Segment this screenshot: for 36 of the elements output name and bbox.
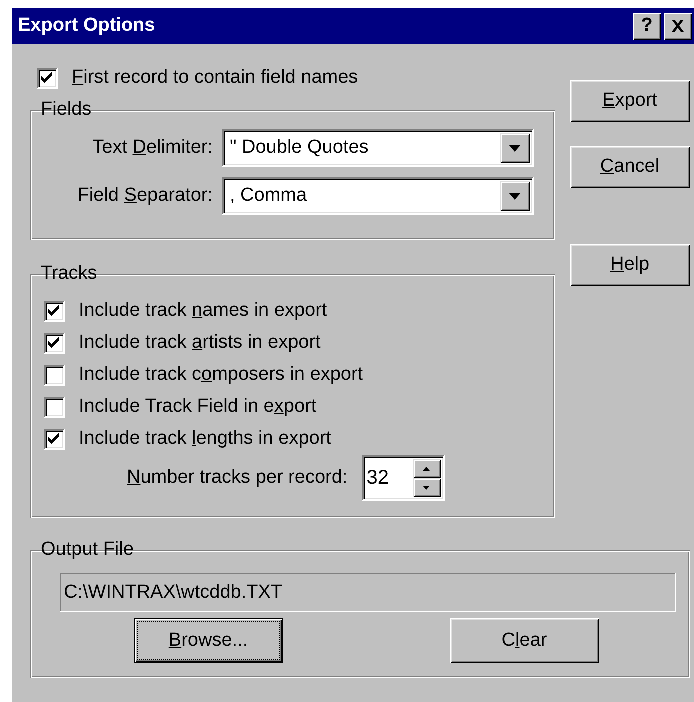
check-icon: [41, 72, 54, 84]
group-title: Tracks: [40, 263, 98, 285]
checkbox-label: Include Track Field in export: [79, 396, 317, 418]
field-label: Text Delimiter:: [92, 137, 213, 159]
spin-down-icon[interactable]: [412, 478, 441, 497]
checkbox[interactable]: [44, 396, 65, 418]
checkbox-label: First record to contain field names: [72, 67, 358, 89]
checkbox-label: Include track names in export: [79, 300, 328, 322]
field-label: Number tracks per record:: [127, 467, 348, 489]
close-icon[interactable]: [664, 12, 692, 40]
checkbox[interactable]: [44, 332, 65, 354]
checkbox-label: Include track composers in export: [79, 364, 364, 386]
help-button[interactable]: ?: [633, 12, 661, 40]
checkbox[interactable]: [37, 68, 58, 88]
checkbox[interactable]: [44, 428, 65, 450]
dropdown[interactable]: , Comma: [222, 177, 534, 215]
check-icon: [48, 336, 61, 350]
check-icon: [48, 304, 61, 318]
group-title: Fields: [40, 99, 93, 121]
file-path-field[interactable]: C:\WINTRAX\wtcddb.TXT: [60, 573, 676, 612]
window-title: Export Options: [18, 15, 156, 37]
check-icon: [48, 432, 61, 446]
push-button[interactable]: Browse...: [134, 618, 283, 663]
checkbox[interactable]: [44, 300, 65, 322]
dropdown[interactable]: " Double Quotes: [222, 129, 534, 167]
checkbox[interactable]: [44, 364, 65, 386]
number-spinner[interactable]: 32: [362, 455, 445, 501]
group-title: Output File: [40, 539, 135, 561]
checkbox-label: Include track artists in export: [79, 332, 321, 354]
push-button[interactable]: Cancel: [570, 146, 690, 188]
checkbox-label: Include track lengths in export: [79, 428, 332, 450]
field-label: Field Separator:: [76, 185, 213, 207]
push-button[interactable]: Clear: [450, 618, 599, 663]
spin-up-icon[interactable]: [412, 459, 441, 478]
push-button[interactable]: Help: [570, 244, 690, 286]
push-button[interactable]: Export: [570, 80, 690, 122]
